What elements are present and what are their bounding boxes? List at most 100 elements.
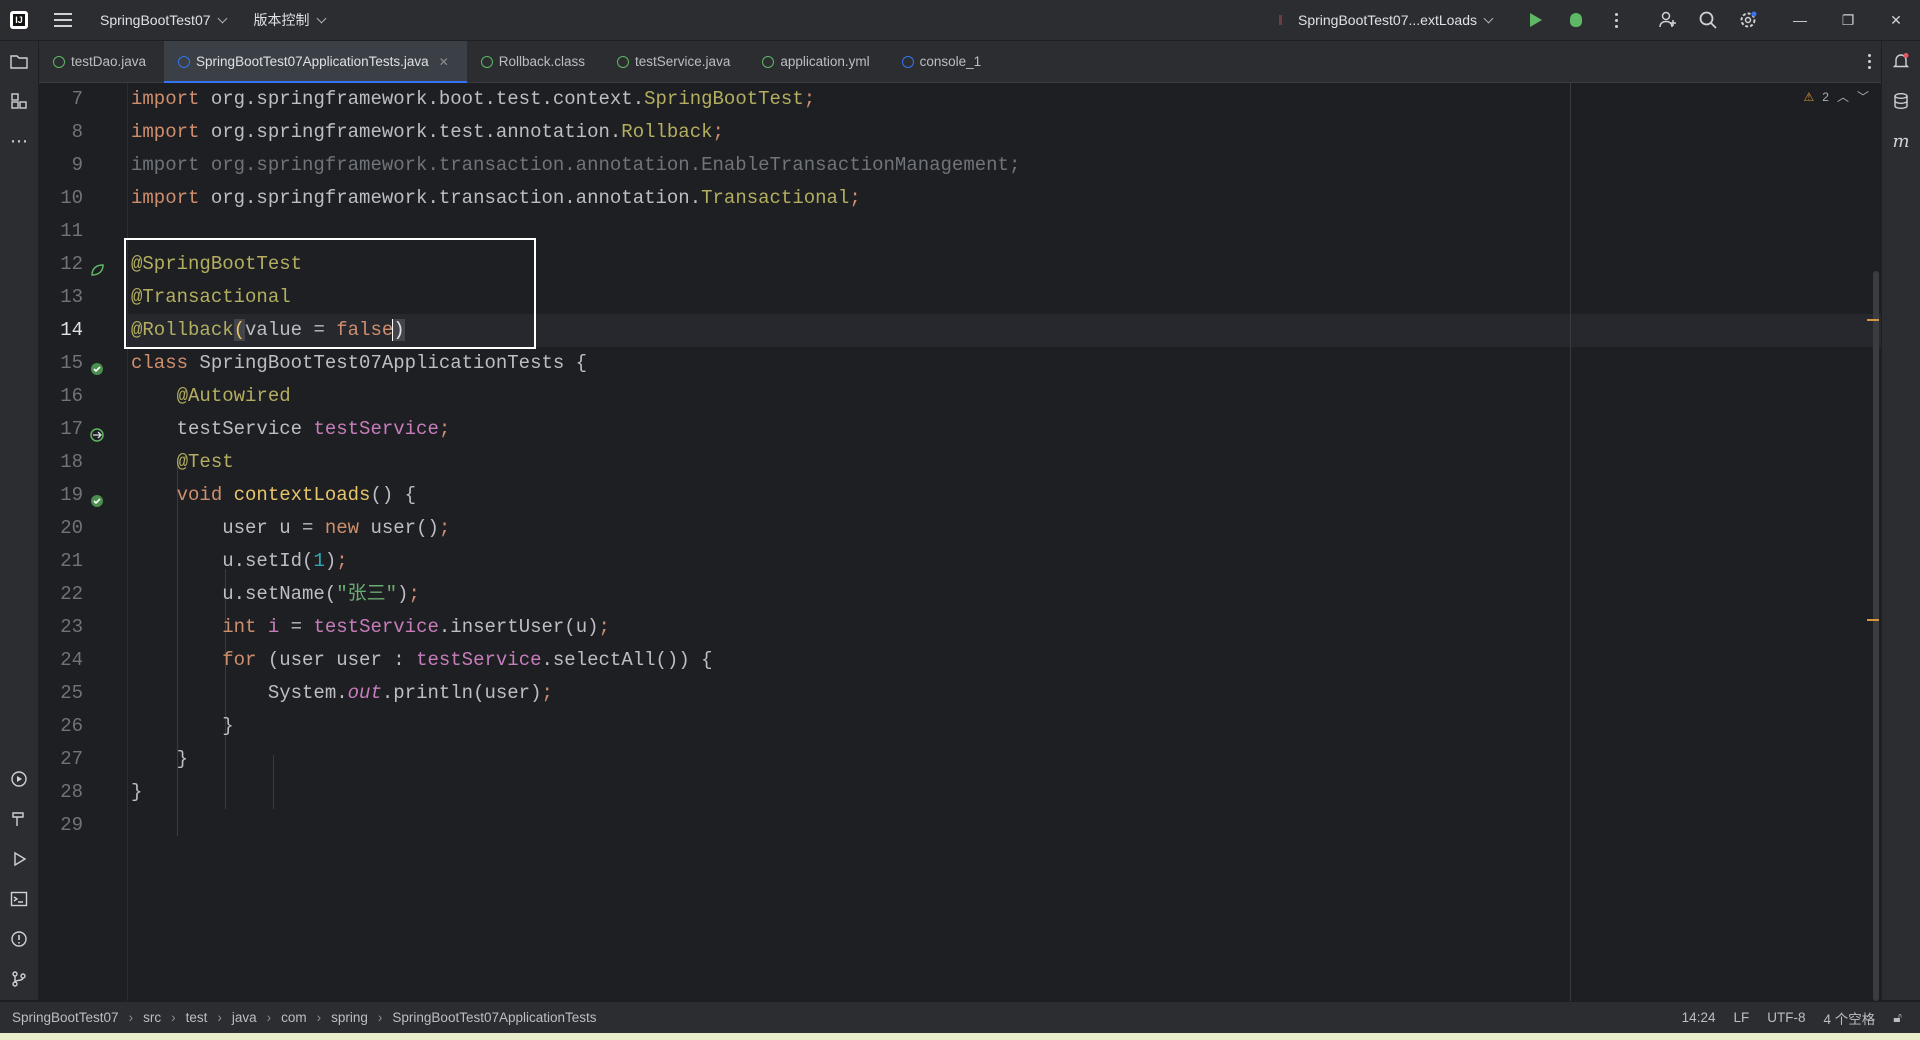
- database-tool-button[interactable]: [1882, 81, 1920, 121]
- more-icon: [1614, 12, 1618, 28]
- tab-label: console_1: [919, 54, 982, 69]
- code-line: System.out.println(user);: [131, 682, 553, 704]
- breadcrumb-item[interactable]: SpringBootTest07: [12, 1010, 119, 1025]
- minimize-icon: —: [1793, 12, 1807, 28]
- chevron-right-icon: ›: [217, 1010, 222, 1025]
- close-window-button[interactable]: ✕: [1872, 0, 1920, 40]
- breadcrumb-item[interactable]: spring: [331, 1010, 368, 1025]
- code-line: u.setId(1);: [131, 550, 348, 572]
- more-actions-button[interactable]: [1596, 0, 1636, 40]
- title-bar: IJ SpringBootTest07 版本控制 SpringBootTest0…: [0, 0, 1920, 41]
- indent-setting[interactable]: 4 个空格: [1823, 1008, 1875, 1028]
- run-icon: [14, 851, 27, 867]
- breadcrumb-item[interactable]: src: [143, 1010, 161, 1025]
- maven-tool-button[interactable]: m: [1882, 121, 1920, 161]
- search-icon: [1699, 11, 1717, 29]
- project-selector[interactable]: SpringBootTest07: [100, 12, 227, 28]
- yaml-icon: [762, 55, 775, 68]
- hammer-icon: [12, 812, 24, 826]
- minimize-button[interactable]: —: [1776, 0, 1824, 40]
- bottom-strip: [0, 1033, 1920, 1040]
- restore-button[interactable]: ❐: [1824, 0, 1872, 40]
- scroll-marker[interactable]: [1867, 619, 1879, 621]
- selection-box-annotation: [124, 238, 536, 349]
- services-icon: [11, 771, 27, 787]
- chevron-up-icon[interactable]: ︿: [1837, 88, 1849, 105]
- terminal-icon: [10, 891, 28, 907]
- lock-icon[interactable]: 🔓︎: [1893, 1010, 1902, 1026]
- breadcrumb-item[interactable]: test: [186, 1010, 208, 1025]
- tab-label: SpringBootTest07ApplicationTests.java: [196, 54, 429, 69]
- tab-3[interactable]: testService.java: [603, 41, 748, 82]
- chevron-right-icon: ›: [316, 1010, 322, 1025]
- chevron-down-icon: [217, 13, 227, 23]
- breadcrumb-item[interactable]: com: [281, 1010, 307, 1025]
- breadcrumb-item[interactable]: SpringBootTest07ApplicationTests: [392, 1010, 596, 1025]
- build-tool-button[interactable]: [0, 799, 38, 839]
- git-tool-button[interactable]: [0, 959, 38, 999]
- left-tool-strip: ⋯: [0, 41, 39, 1000]
- play-icon: [1530, 13, 1542, 27]
- notifications-button[interactable]: [1882, 41, 1920, 81]
- code-line: int i = testService.insertUser(u);: [222, 616, 610, 638]
- problems-tool-button[interactable]: [0, 919, 38, 959]
- code-line: import org.springframework.boot.test.con…: [131, 88, 816, 110]
- run-button[interactable]: [1516, 0, 1556, 40]
- code-line: for (user user : testService.selectAll()…: [222, 649, 713, 671]
- code-line: @Test: [176, 451, 234, 473]
- code-line: class SpringBootTest07ApplicationTests {: [131, 352, 588, 374]
- code-line: import org.springframework.transaction.a…: [131, 187, 861, 209]
- maven-icon: m: [1892, 130, 1910, 152]
- breadcrumb-item[interactable]: java: [232, 1010, 257, 1025]
- settings-button[interactable]: [1728, 0, 1768, 40]
- project-name: SpringBootTest07: [100, 12, 211, 28]
- more-icon: [1868, 54, 1871, 69]
- caret-position[interactable]: 14:24: [1682, 1010, 1716, 1025]
- tab-2[interactable]: Rollback.class: [467, 41, 603, 82]
- vcs-menu[interactable]: 版本控制: [253, 10, 326, 30]
- tab-4[interactable]: application.yml: [748, 41, 887, 82]
- code-editor[interactable]: 7 8 9 10 11 12 13 14 15 16 17 18 19 20 21 22 23 24 25 26 27 2…: [39, 83, 1881, 1001]
- more-tools-button[interactable]: ⋯: [0, 121, 38, 161]
- inspection-widget[interactable]: ⚠ 2 ︿ ﹀: [1804, 88, 1869, 105]
- add-user-button[interactable]: [1648, 0, 1688, 40]
- file-encoding[interactable]: UTF-8: [1767, 1010, 1805, 1025]
- annotation-icon: [480, 55, 493, 68]
- code-line: void contextLoads() {: [176, 484, 417, 506]
- bug-icon: [1570, 13, 1582, 27]
- run-tool-button[interactable]: [0, 839, 38, 879]
- scroll-marker[interactable]: [1867, 319, 1879, 321]
- project-tool-button[interactable]: [0, 41, 38, 81]
- problems-icon: [11, 931, 27, 947]
- line-separator[interactable]: LF: [1733, 1010, 1749, 1025]
- terminal-tool-button[interactable]: [0, 879, 38, 919]
- chevron-down-icon[interactable]: ﹀: [1857, 88, 1869, 105]
- git-branch-icon: [12, 971, 26, 987]
- main-menu-icon[interactable]: [54, 13, 72, 27]
- code-line: import org.springframework.test.annotati…: [131, 121, 724, 143]
- search-button[interactable]: [1688, 0, 1728, 40]
- warning-icon: ⚠: [1803, 89, 1815, 104]
- warning-count: 2: [1822, 89, 1829, 104]
- run-config-label: SpringBootTest07...extLoads: [1297, 12, 1477, 28]
- structure-tool-button[interactable]: [0, 81, 38, 121]
- run-configuration-selector[interactable]: SpringBootTest07...extLoads: [1278, 12, 1494, 28]
- breadcrumb: SpringBootTest07 › src › test › java › com › sprin…: [12, 1010, 597, 1025]
- code-line: }: [131, 781, 143, 803]
- code-line: }: [131, 715, 234, 737]
- vcs-label: 版本控制: [253, 12, 310, 28]
- chevron-down-icon: [316, 13, 326, 23]
- tab-0[interactable]: testDao.java: [39, 41, 164, 82]
- services-tool-button[interactable]: [0, 759, 38, 799]
- tab-5[interactable]: console_1: [888, 41, 1000, 82]
- tab-1[interactable]: SpringBootTest07ApplicationTests.java ✕: [164, 41, 467, 83]
- close-tab-icon[interactable]: ✕: [439, 55, 449, 69]
- tab-label: application.yml: [780, 54, 870, 69]
- tab-label: testService.java: [635, 54, 731, 69]
- interface-icon: [53, 55, 65, 68]
- chevron-right-icon: ›: [266, 1010, 272, 1025]
- debug-button[interactable]: [1556, 0, 1596, 40]
- vertical-scrollbar[interactable]: [1873, 271, 1879, 1001]
- tab-options-button[interactable]: [1868, 41, 1871, 82]
- intellij-logo-icon: IJ: [10, 11, 28, 29]
